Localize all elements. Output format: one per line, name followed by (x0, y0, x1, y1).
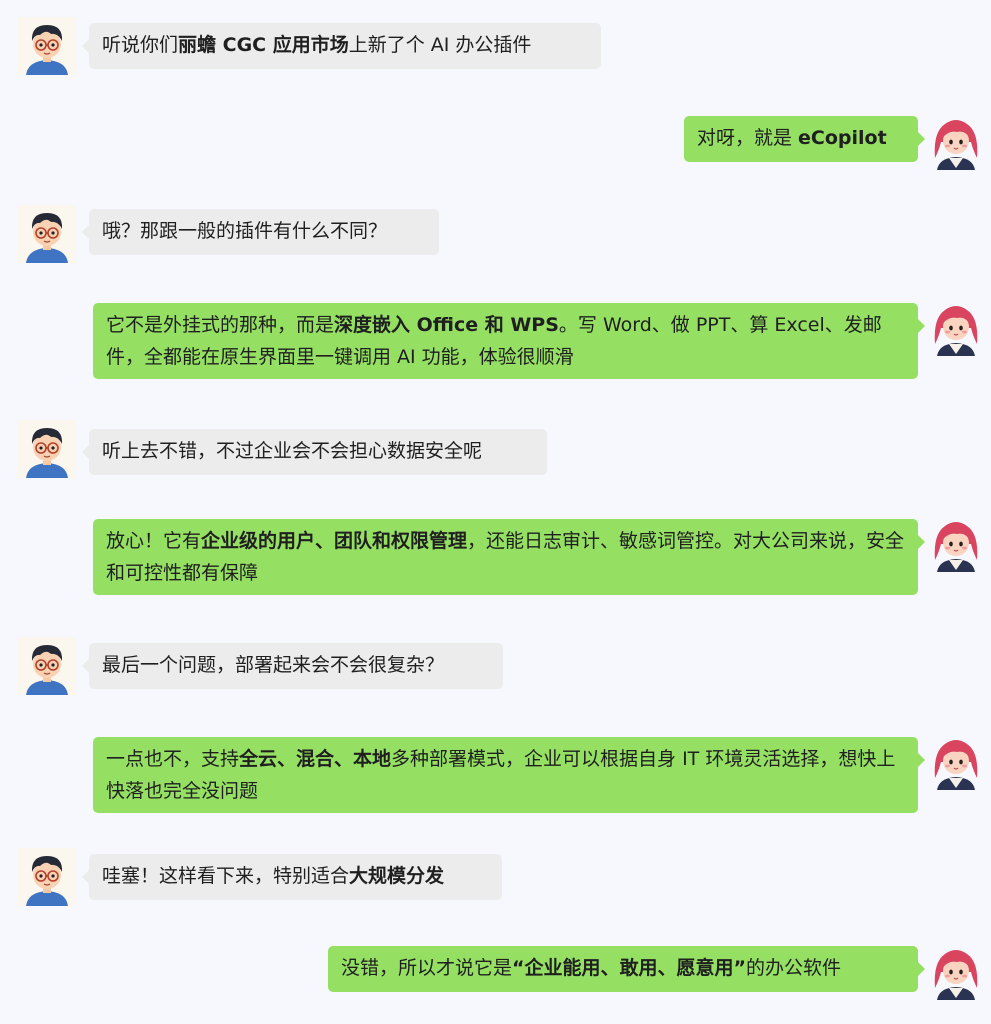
girl-avatar-icon (927, 298, 985, 356)
incoming-message-bubble: 哦？那跟一般的插件有什么不同？ (82, 209, 439, 255)
incoming-message-bubble: 哇塞！这样看下来，特别适合大规模分发 (82, 854, 502, 900)
message-text: 哇塞！这样看下来，特别适合 (102, 865, 350, 887)
message-text: 放心！它有 (106, 530, 202, 552)
message-text: 上新了个 AI 办公插件 (348, 34, 532, 56)
message-text: 对呀，就是 (697, 127, 799, 149)
message-highlight-text: 全云、混合、本地 (239, 748, 392, 770)
girl-avatar-icon (927, 732, 985, 790)
boy-avatar-icon (18, 848, 76, 906)
message-text: 听上去不错，不过企业会不会担心数据安全呢 (102, 440, 483, 462)
girl-avatar-icon (927, 514, 985, 572)
girl-avatar-icon (927, 112, 985, 170)
outgoing-message-bubble: 一点也不，支持全云、混合、本地多种部署模式，企业可以根据自身 IT 环境灵活选择… (93, 737, 925, 813)
message-highlight-text: 大规模分发 (349, 865, 445, 887)
incoming-message-bubble: 听说你们丽蟾 CGC 应用市场上新了个 AI 办公插件 (82, 23, 601, 69)
outgoing-message-bubble: 没错，所以才说它是“企业能用、敢用、愿意用”的办公软件 (328, 946, 925, 992)
message-text: 最后一个问题，部署起来会不会很复杂？ (102, 654, 445, 676)
boy-avatar-icon (18, 205, 76, 263)
message-text: 一点也不，支持 (106, 748, 240, 770)
outgoing-message-bubble: 它不是外挂式的那种，而是深度嵌入 Office 和 WPS。写 Word、做 P… (93, 303, 925, 379)
boy-avatar-icon (18, 420, 76, 478)
message-text: 它不是外挂式的那种，而是 (106, 314, 335, 336)
message-text: 听说你们 (102, 34, 179, 56)
message-highlight-text: 深度嵌入 Office 和 WPS (334, 314, 559, 336)
message-highlight-text: 丽蟾 CGC 应用市场 (178, 34, 349, 56)
incoming-message-bubble: 最后一个问题，部署起来会不会很复杂？ (82, 643, 503, 689)
incoming-message-bubble: 听上去不错，不过企业会不会担心数据安全呢 (82, 429, 547, 475)
girl-avatar-icon (927, 942, 985, 1000)
message-highlight-text: eCopilot (798, 127, 887, 149)
message-text: 没错，所以才说它是 (341, 957, 513, 979)
outgoing-message-bubble: 对呀，就是 eCopilot (684, 116, 925, 162)
message-highlight-text: “企业能用、敢用、愿意用” (512, 957, 746, 979)
message-text: 哦？那跟一般的插件有什么不同？ (102, 220, 388, 242)
message-text: 的办公软件 (746, 957, 842, 979)
boy-avatar-icon (18, 17, 76, 75)
outgoing-message-bubble: 放心！它有企业级的用户、团队和权限管理，还能日志审计、敏感词管控。对大公司来说，… (93, 519, 925, 595)
message-highlight-text: 企业级的用户、团队和权限管理 (201, 530, 468, 552)
boy-avatar-icon (18, 637, 76, 695)
